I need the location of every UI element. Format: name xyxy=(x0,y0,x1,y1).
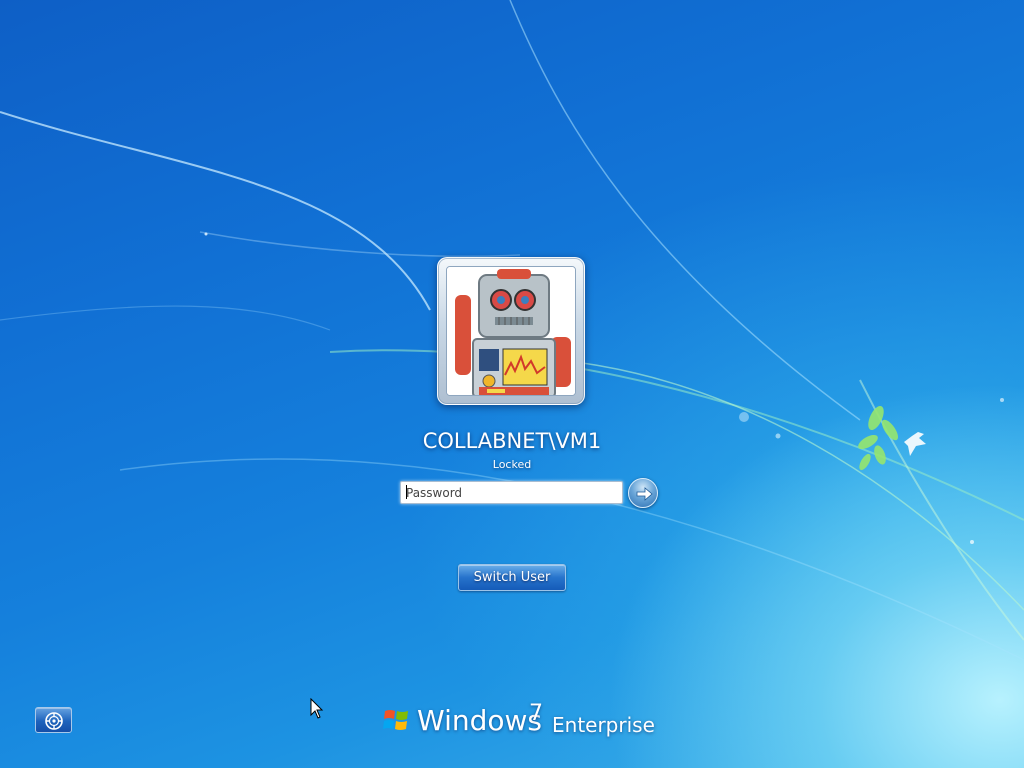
windows-logo-icon xyxy=(383,710,408,730)
mouse-cursor-icon xyxy=(310,698,324,719)
bird-decoration xyxy=(904,432,926,456)
arrow-right-icon xyxy=(636,487,653,501)
status-label: Locked xyxy=(492,458,532,471)
user-name: COLLABNET\VM1 xyxy=(422,429,602,453)
ease-of-access-button[interactable] xyxy=(35,707,72,733)
brand-version-text: 7 xyxy=(529,701,543,726)
password-input[interactable] xyxy=(400,481,623,504)
brand-windows-text: Windows xyxy=(417,704,542,737)
ease-of-access-icon xyxy=(45,712,63,730)
text-caret xyxy=(406,485,407,499)
user-tile xyxy=(437,257,585,405)
robot-avatar xyxy=(446,266,576,396)
switch-user-button[interactable]: Switch User xyxy=(458,564,566,591)
brand-edition-text: Enterprise xyxy=(552,713,655,737)
submit-button[interactable] xyxy=(628,478,658,508)
